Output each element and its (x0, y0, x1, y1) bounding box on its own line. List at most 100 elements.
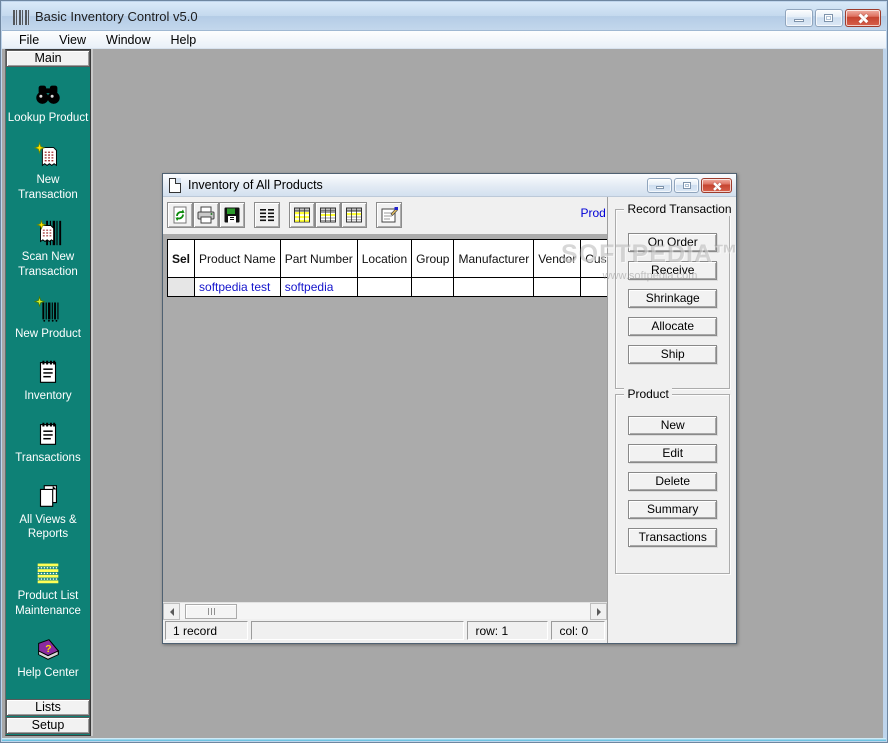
column-header-custom[interactable]: Custom (581, 240, 608, 278)
scroll-left-button[interactable] (163, 603, 180, 620)
new-product-button[interactable]: New (628, 416, 717, 435)
sidebar-tab-main[interactable]: Main (6, 50, 90, 67)
refresh-button[interactable] (167, 202, 193, 228)
cell-location[interactable] (357, 278, 411, 297)
app-title: Basic Inventory Control v5.0 (35, 9, 198, 24)
arrow-left-icon (166, 608, 174, 616)
sidebar-item-label: Product List Maintenance (15, 589, 81, 619)
transactions-button[interactable]: Transactions (628, 528, 717, 547)
receive-button[interactable]: Receive (628, 261, 717, 280)
edit-product-button[interactable]: Edit (628, 444, 717, 463)
grid-alt-icon (344, 205, 364, 225)
column-header-part-number[interactable]: Part Number (280, 240, 357, 278)
inventory-toolbar: Produ (163, 197, 607, 234)
on-order-button[interactable]: On Order (628, 233, 717, 252)
column-header-vendor[interactable]: Vendor (534, 240, 581, 278)
refresh-icon (170, 205, 190, 225)
ship-button[interactable]: Ship (628, 345, 717, 364)
inventory-window-titlebar[interactable]: Inventory of All Products (163, 174, 736, 197)
sidebar-item-lookup-product[interactable]: Lookup Product (8, 79, 89, 126)
menu-help[interactable]: Help (162, 32, 206, 48)
column-header-sel[interactable]: Sel (168, 240, 195, 278)
column-header-group[interactable]: Group (412, 240, 454, 278)
minimize-button[interactable] (785, 9, 813, 27)
cell-part-number[interactable]: softpedia (280, 278, 357, 297)
status-col-indicator: col: 0 (551, 621, 605, 640)
column-header-manufacturer[interactable]: Manufacturer (454, 240, 534, 278)
sidebar-item-new-product[interactable]: New Product (15, 295, 81, 342)
horizontal-scrollbar[interactable] (163, 602, 607, 619)
sidebar-item-label: Inventory (24, 389, 71, 404)
notepad-icon (33, 357, 63, 387)
sidebar-item-product-list-maintenance[interactable]: Product List Maintenance (15, 557, 81, 619)
grid-area[interactable]: Sel Product Name Part Number Location Gr… (163, 234, 607, 602)
form-properties-icon (379, 205, 399, 225)
inner-maximize-button[interactable] (674, 178, 699, 193)
help-book-icon: ? (33, 634, 63, 664)
scroll-right-button[interactable] (590, 603, 607, 620)
sidebar: Main Lookup Product (5, 49, 91, 736)
inner-minimize-button[interactable] (647, 178, 672, 193)
menubar: File View Window Help (2, 31, 886, 49)
binoculars-icon (33, 79, 63, 109)
sidebar-item-help-center[interactable]: ? Help Center (17, 634, 78, 681)
grid-highlight-icon (292, 205, 312, 225)
close-button[interactable] (845, 9, 881, 27)
allocate-button[interactable]: Allocate (628, 317, 717, 336)
product-group-title: Product (624, 387, 671, 401)
close-icon (857, 13, 868, 24)
sidebar-item-label: Help Center (17, 666, 78, 681)
new-barcode-icon (33, 295, 63, 325)
sidebar-tab-setup[interactable]: Setup (6, 717, 90, 734)
app-titlebar[interactable]: Basic Inventory Control v5.0 (2, 2, 886, 31)
record-transaction-group-title: Record Transaction (624, 202, 734, 216)
maximize-icon (824, 14, 833, 22)
report-view-icon (257, 205, 277, 225)
minimize-icon (656, 186, 664, 189)
cell-manufacturer[interactable] (454, 278, 534, 297)
summary-button[interactable]: Summary (628, 500, 717, 519)
sidebar-tab-lists[interactable]: Lists (6, 699, 90, 716)
table-row[interactable]: softpedia test softpedia (168, 278, 608, 297)
sidebar-item-inventory[interactable]: Inventory (24, 357, 71, 404)
sidebar-item-scan-new-transaction[interactable]: Scan New Transaction (18, 218, 78, 280)
form-properties-button[interactable] (376, 202, 402, 228)
menu-window[interactable]: Window (97, 32, 159, 48)
scrollbar-thumb[interactable] (185, 604, 237, 619)
status-record-count: 1 record (165, 621, 248, 640)
menu-view[interactable]: View (50, 32, 95, 48)
minimize-icon (794, 19, 804, 22)
delete-product-button[interactable]: Delete (628, 472, 717, 491)
notepad-icon (33, 419, 63, 449)
maximize-button[interactable] (815, 9, 843, 27)
table-header-row: Sel Product Name Part Number Location Gr… (168, 240, 608, 278)
shrinkage-button[interactable]: Shrinkage (628, 289, 717, 308)
print-button[interactable] (193, 202, 219, 228)
report-view-button[interactable] (254, 202, 280, 228)
cell-vendor[interactable] (534, 278, 581, 297)
product-group: Product New Edit Delete Summary Transact… (615, 394, 730, 574)
sidebar-item-all-views-reports[interactable]: All Views & Reports (19, 481, 76, 543)
action-panel: Record Transaction On Order Receive Shri… (607, 197, 736, 643)
grid-alt-view-button[interactable] (341, 202, 367, 228)
cell-sel[interactable] (168, 278, 195, 297)
cell-group[interactable] (412, 278, 454, 297)
sidebar-item-label: Transactions (15, 451, 80, 466)
grid-view-button[interactable] (315, 202, 341, 228)
toolbar-product-link[interactable]: Produ (580, 206, 606, 220)
menu-file[interactable]: File (10, 32, 48, 48)
arrow-right-icon (597, 608, 605, 616)
grid-highlight-view-button[interactable] (289, 202, 315, 228)
sidebar-item-transactions[interactable]: Transactions (15, 419, 80, 466)
column-header-location[interactable]: Location (357, 240, 411, 278)
inner-close-button[interactable] (701, 178, 732, 193)
cell-product-name[interactable]: softpedia test (195, 278, 281, 297)
sidebar-item-new-transaction[interactable]: New Transaction (18, 141, 78, 203)
app-window: Basic Inventory Control v5.0 File View W… (0, 0, 888, 743)
save-button[interactable] (219, 202, 245, 228)
maximize-icon (683, 182, 691, 189)
save-icon (222, 205, 242, 225)
inventory-window: Inventory of All Products (162, 173, 737, 644)
column-header-product-name[interactable]: Product Name (195, 240, 281, 278)
cell-custom[interactable] (581, 278, 608, 297)
